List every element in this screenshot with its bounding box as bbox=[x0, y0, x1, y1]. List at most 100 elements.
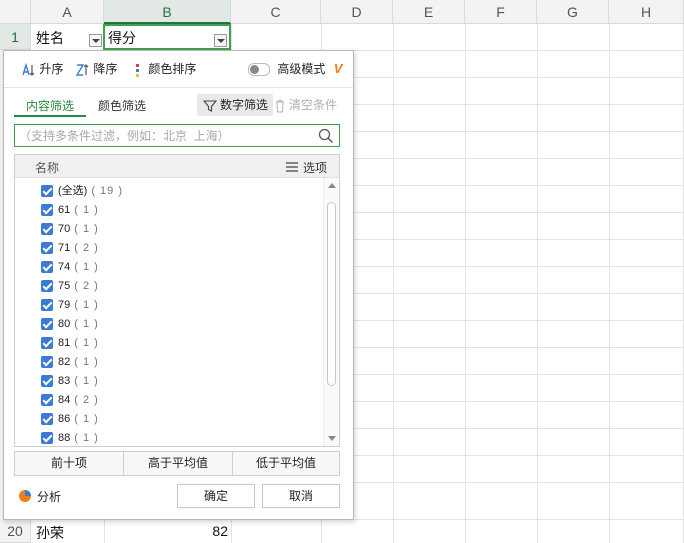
checkbox-checked-icon[interactable] bbox=[41, 356, 53, 369]
vip-v-icon: V bbox=[333, 61, 343, 76]
list-item[interactable]: (全选)( 19 ) bbox=[41, 182, 123, 201]
sort-descending-button[interactable]: 降序 bbox=[74, 60, 117, 78]
column-header-g[interactable]: G bbox=[537, 0, 609, 24]
list-item-count: ( 2 ) bbox=[74, 242, 99, 254]
cell-b20[interactable]: 82 bbox=[150, 523, 228, 539]
checkbox-checked-icon[interactable] bbox=[41, 413, 53, 426]
list-item-label: 75 bbox=[58, 280, 71, 292]
filter-search-box[interactable] bbox=[14, 124, 340, 147]
list-item-label: 83 bbox=[58, 375, 71, 387]
list-item[interactable]: 82( 1 ) bbox=[41, 353, 99, 372]
cell-a1[interactable]: 姓名 bbox=[36, 28, 64, 48]
checkbox-checked-icon[interactable] bbox=[41, 432, 53, 445]
search-icon[interactable] bbox=[318, 128, 334, 144]
list-options-button[interactable]: 选项 bbox=[285, 159, 327, 176]
cancel-button[interactable]: 取消 bbox=[262, 484, 340, 508]
checkbox-checked-icon[interactable] bbox=[41, 375, 53, 388]
grid-line bbox=[465, 24, 466, 543]
checkbox-checked-icon[interactable] bbox=[41, 242, 53, 255]
select-all-corner[interactable] bbox=[0, 0, 31, 24]
list-options-label: 选项 bbox=[303, 161, 328, 175]
list-scrollbar[interactable] bbox=[323, 178, 339, 446]
clear-conditions-button[interactable]: 清空条件 bbox=[274, 94, 337, 116]
checkbox-checked-icon[interactable] bbox=[41, 299, 53, 312]
analyze-button[interactable]: 分析 bbox=[18, 488, 61, 506]
list-item[interactable]: 71( 2 ) bbox=[41, 239, 99, 258]
row-header-1[interactable]: 1 bbox=[0, 24, 31, 50]
list-item-count: ( 1 ) bbox=[74, 204, 99, 216]
advanced-mode-toggle[interactable]: 高级模式 V bbox=[248, 60, 342, 78]
list-item-count: ( 1 ) bbox=[74, 356, 99, 368]
list-item[interactable]: 84( 2 ) bbox=[41, 391, 99, 410]
checkbox-checked-icon[interactable] bbox=[41, 223, 53, 236]
list-item-label: 71 bbox=[58, 242, 71, 254]
list-item[interactable]: 80( 1 ) bbox=[41, 315, 99, 334]
clear-conditions-label: 清空条件 bbox=[289, 98, 338, 112]
column-header-a[interactable]: A bbox=[31, 0, 104, 24]
filter-dropdown-a-icon[interactable] bbox=[89, 34, 102, 47]
funnel-icon bbox=[203, 100, 217, 112]
below-average-button[interactable]: 低于平均值 bbox=[233, 452, 339, 475]
list-item-label: 61 bbox=[58, 204, 71, 216]
toggle-switch-icon bbox=[248, 63, 270, 77]
checkbox-checked-icon[interactable] bbox=[41, 318, 53, 331]
sort-descending-label: 降序 bbox=[93, 62, 118, 76]
scroll-up-icon[interactable] bbox=[328, 183, 336, 188]
column-header-b[interactable]: B bbox=[104, 0, 231, 24]
tab-content-filter[interactable]: 内容筛选 bbox=[26, 96, 74, 116]
list-item-count: ( 1 ) bbox=[74, 375, 99, 387]
active-cell-outline bbox=[103, 24, 231, 50]
filter-value-list: 名称 选项 (全选)( 19 ) 61( 1 ) 70( 1 ) 71( 2 ) 74(… bbox=[14, 154, 340, 447]
number-filter-button[interactable]: 数字筛选 bbox=[197, 94, 273, 116]
list-item-label: 70 bbox=[58, 223, 71, 235]
quick-filter-bar: 前十项 高于平均值 低于平均值 bbox=[14, 451, 340, 476]
checkbox-checked-icon[interactable] bbox=[41, 261, 53, 274]
checkbox-checked-icon[interactable] bbox=[41, 204, 53, 217]
column-header-e[interactable]: E bbox=[393, 0, 465, 24]
list-item[interactable]: 74( 1 ) bbox=[41, 258, 99, 277]
checkbox-checked-icon[interactable] bbox=[41, 185, 53, 198]
list-item[interactable]: 83( 1 ) bbox=[41, 372, 99, 391]
sort-ascending-button[interactable]: 升序 bbox=[20, 60, 63, 78]
above-average-button[interactable]: 高于平均值 bbox=[124, 452, 232, 475]
checkbox-checked-icon[interactable] bbox=[41, 337, 53, 350]
list-item-label: 79 bbox=[58, 299, 71, 311]
color-sort-icon bbox=[136, 63, 139, 77]
list-item-count: ( 2 ) bbox=[74, 280, 99, 292]
list-item[interactable]: 86( 1 ) bbox=[41, 410, 99, 429]
grid-line bbox=[537, 24, 538, 543]
top-ten-button[interactable]: 前十项 bbox=[15, 452, 123, 475]
checkbox-checked-icon[interactable] bbox=[41, 280, 53, 293]
list-item-count: ( 1 ) bbox=[74, 432, 99, 444]
list-item[interactable]: 61( 1 ) bbox=[41, 201, 99, 220]
cell-a20[interactable]: 孙荣 bbox=[36, 523, 64, 543]
pie-chart-icon bbox=[19, 490, 31, 502]
checkbox-checked-icon[interactable] bbox=[41, 394, 53, 407]
color-sort-button[interactable]: 颜色排序 bbox=[133, 60, 196, 78]
tab-color-filter[interactable]: 颜色筛选 bbox=[98, 96, 146, 116]
list-item-count: ( 1 ) bbox=[74, 413, 99, 425]
column-header-f[interactable]: F bbox=[465, 0, 537, 24]
list-item-label: 88 bbox=[58, 432, 71, 444]
list-item-count: ( 19 ) bbox=[91, 185, 124, 197]
list-item[interactable]: 75( 2 ) bbox=[41, 277, 99, 296]
list-item[interactable]: 88( 1 ) bbox=[41, 429, 99, 446]
color-sort-label: 颜色排序 bbox=[148, 62, 197, 76]
filter-search-input[interactable] bbox=[19, 127, 314, 144]
list-item-count: ( 1 ) bbox=[74, 261, 99, 273]
list-item[interactable]: 79( 1 ) bbox=[41, 296, 99, 315]
scroll-down-icon[interactable] bbox=[328, 436, 336, 441]
sort-descending-icon bbox=[75, 63, 89, 76]
column-header-h[interactable]: H bbox=[609, 0, 684, 24]
list-item[interactable]: 70( 1 ) bbox=[41, 220, 99, 239]
column-header-d[interactable]: D bbox=[321, 0, 393, 24]
list-item-label: (全选) bbox=[58, 185, 88, 197]
list-item-label: 84 bbox=[58, 394, 71, 406]
column-header-c[interactable]: C bbox=[231, 0, 321, 24]
list-item-count: ( 1 ) bbox=[74, 299, 99, 311]
list-item[interactable]: 81( 1 ) bbox=[41, 334, 99, 353]
scroll-thumb[interactable] bbox=[327, 202, 336, 386]
sort-ascending-icon bbox=[22, 62, 35, 76]
row-header-20[interactable]: 20 bbox=[0, 519, 31, 543]
ok-button[interactable]: 确定 bbox=[177, 484, 255, 508]
